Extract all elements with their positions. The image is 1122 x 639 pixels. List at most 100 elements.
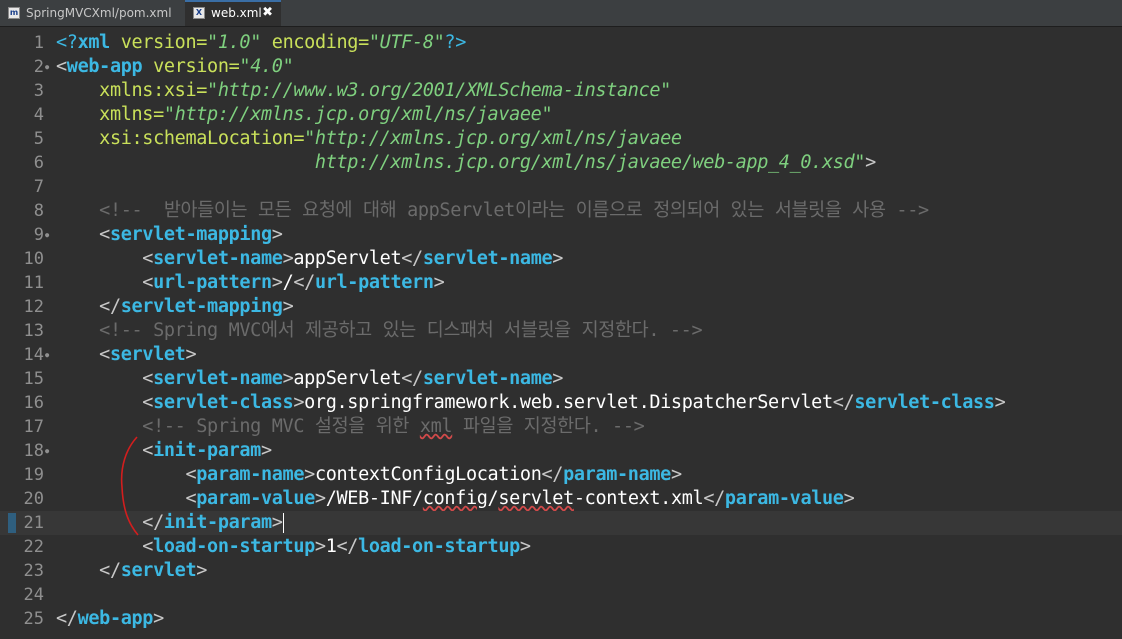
code-line[interactable]: 23 </servlet>	[0, 559, 1122, 583]
code-line[interactable]: 5 xsi:schemaLocation="http://xmlns.jcp.o…	[0, 127, 1122, 151]
code-token: <	[56, 224, 110, 245]
code-token: </	[832, 392, 855, 413]
tab-pom-xml[interactable]: m SpringMVCXml/pom.xml	[0, 0, 185, 26]
line-number: 22	[23, 537, 44, 557]
code-text: </servlet-mapping>	[56, 295, 294, 319]
code-token: >	[153, 608, 164, 629]
code-token: /	[487, 488, 499, 509]
code-line[interactable]: 8 <!-- 받아들이는 모든 요청에 대해 appServlet이라는 이름으…	[0, 199, 1122, 223]
line-number: 10	[23, 249, 44, 269]
code-token: </	[56, 560, 121, 581]
code-text: <param-value>/WEB-INF/config/servlet-con…	[56, 487, 854, 511]
code-line[interactable]: 6 http://xmlns.jcp.org/xml/ns/javaee/web…	[0, 151, 1122, 175]
code-token: appServlet	[293, 368, 402, 389]
code-token: servlet-name	[153, 368, 283, 389]
code-token: version=	[142, 56, 240, 77]
line-number: 3	[33, 81, 44, 101]
line-number: 14	[23, 345, 44, 365]
code-token: "1.0"	[207, 32, 261, 53]
code-token: <?	[56, 32, 78, 53]
code-line[interactable]: 14 ● <servlet>	[0, 343, 1122, 367]
tab-label: web.xml	[211, 6, 262, 20]
code-text: <!-- Spring MVC에서 제공하고 있는 디스패처 서블릿을 지정한다…	[56, 319, 702, 343]
code-text: <?xml version="1.0" encoding="UTF-8"?>	[56, 31, 466, 55]
code-token: >	[271, 224, 283, 245]
code-token: >	[519, 536, 531, 557]
code-token: "http://www.w3.org/2001/XMLSchema-instan…	[207, 80, 671, 101]
code-token: servlet	[120, 560, 197, 581]
line-number: 18	[23, 441, 44, 461]
xml-file-icon: X	[193, 7, 205, 19]
code-line[interactable]: 12 </servlet-mapping>	[0, 295, 1122, 319]
tab-web-xml[interactable]: X web.xml ✖	[185, 0, 281, 26]
code-token: version=	[109, 32, 208, 53]
close-icon[interactable]: ✖	[262, 2, 273, 24]
code-token: </	[56, 608, 78, 629]
code-line[interactable]: 7	[0, 175, 1122, 199]
code-text: <servlet-name>appServlet</servlet-name>	[56, 367, 563, 391]
code-line[interactable]: 24	[0, 583, 1122, 607]
code-token: </	[56, 296, 121, 317]
code-token: xml	[419, 416, 453, 437]
line-number: 12	[23, 297, 44, 317]
code-token: contextConfigLocation	[314, 464, 542, 485]
line-number: 20	[23, 489, 44, 509]
code-line[interactable]: 25 </web-app>	[0, 607, 1122, 631]
code-line[interactable]: 3 xmlns:xsi="http://www.w3.org/2001/XMLS…	[0, 79, 1122, 103]
code-token: >	[994, 392, 1006, 413]
code-token: <	[56, 248, 154, 269]
code-token: >	[433, 272, 445, 293]
code-token: xmlns=	[56, 104, 164, 125]
code-text: <servlet-name>appServlet</servlet-name>	[56, 247, 563, 271]
code-token: </	[293, 272, 315, 293]
code-token: init-param	[163, 512, 272, 533]
code-token: <	[56, 272, 154, 293]
line-number: 24	[23, 585, 44, 605]
code-token: ?>	[444, 32, 466, 53]
editor-tab-bar: m SpringMVCXml/pom.xml X web.xml ✖	[0, 0, 1122, 27]
code-token: servlet-name	[422, 248, 553, 269]
code-token: </	[703, 488, 725, 509]
code-token: >	[185, 344, 197, 365]
code-token: "4.0"	[239, 56, 294, 77]
line-number: 4	[33, 105, 44, 125]
line-number: 21	[23, 513, 44, 533]
code-token: </	[336, 536, 359, 557]
code-line[interactable]: 4 xmlns="http://xmlns.jcp.org/xml/ns/jav…	[0, 103, 1122, 127]
line-number: 17	[23, 417, 44, 437]
code-token: >	[282, 296, 294, 317]
code-line[interactable]: 13 <!-- Spring MVC에서 제공하고 있는 디스패처 서블릿을 지…	[0, 319, 1122, 343]
code-line[interactable]: 16 <servlet-class>org.springframework.we…	[0, 391, 1122, 415]
code-token: servlet	[498, 488, 574, 509]
code-text: <servlet>	[56, 343, 196, 367]
code-token: <	[56, 344, 110, 365]
code-token: >	[552, 368, 564, 389]
code-line[interactable]: 1 <?xml version="1.0" encoding="UTF-8"?>	[0, 31, 1122, 55]
line-number: 9	[33, 225, 44, 245]
code-token: </	[541, 464, 564, 485]
code-text: xsi:schemaLocation="http://xmlns.jcp.org…	[56, 127, 682, 151]
code-line[interactable]: 2 ● <web-app version="4.0"	[0, 55, 1122, 79]
code-line[interactable]: 15 <servlet-name>appServlet</servlet-nam…	[0, 367, 1122, 391]
line-number: 7	[33, 177, 44, 197]
fold-toggle-icon[interactable]: ●	[45, 232, 49, 239]
fold-toggle-icon[interactable]: ●	[45, 64, 49, 71]
code-token: servlet-class	[153, 392, 294, 413]
code-token: url-pattern	[314, 272, 434, 293]
fold-toggle-icon[interactable]: ●	[45, 352, 49, 359]
code-token: >	[271, 272, 283, 293]
code-token: >	[293, 392, 305, 413]
code-token: -context.xml	[573, 488, 704, 509]
code-line[interactable]: 10 <servlet-name>appServlet</servlet-nam…	[0, 247, 1122, 271]
fold-toggle-icon[interactable]: ●	[45, 448, 49, 455]
code-token: "http://xmlns.jcp.org/xml/ns/javaee	[304, 128, 682, 149]
code-token: servlet-mapping	[109, 224, 272, 245]
code-text: http://xmlns.jcp.org/xml/ns/javaee/web-a…	[56, 151, 876, 175]
code-text: <!-- 받아들이는 모든 요청에 대해 appServlet이라는 이름으로 …	[56, 199, 929, 223]
code-line[interactable]: 9 ● <servlet-mapping>	[0, 223, 1122, 247]
code-token: <	[56, 56, 67, 77]
code-editor[interactable]: 1 <?xml version="1.0" encoding="UTF-8"?> 2…	[0, 27, 1122, 639]
line-number: 6	[33, 153, 44, 173]
code-text: <servlet-mapping>	[56, 223, 283, 247]
code-line[interactable]: 11 <url-pattern>/</url-pattern>	[0, 271, 1122, 295]
